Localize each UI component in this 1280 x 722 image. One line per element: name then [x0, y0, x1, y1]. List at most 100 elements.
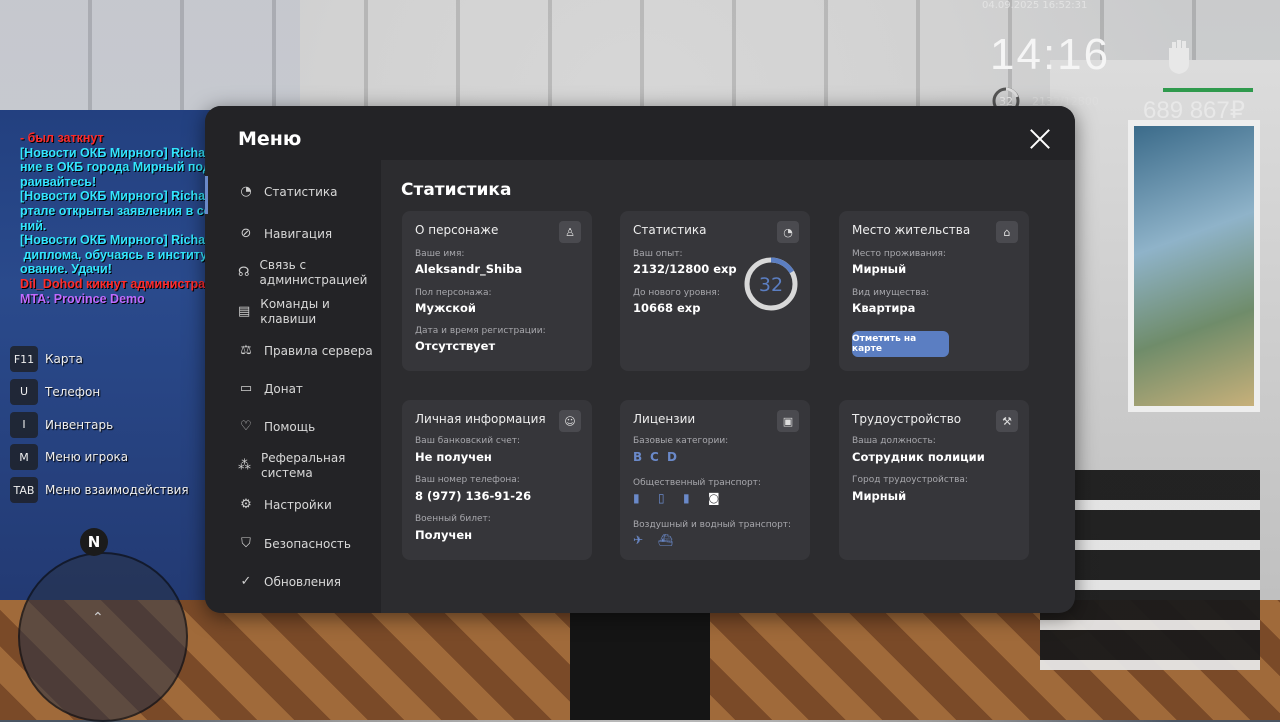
keybind-list: F11 Карта U Телефон I Инвентарь M Меню игрока TA…: [10, 346, 189, 510]
field-label: Вид имущества:: [852, 288, 930, 298]
registration-date: Отсутствует: [415, 339, 496, 353]
compass-icon: ⊘: [240, 226, 252, 241]
wall-painting: [1128, 120, 1260, 412]
sidebar-item-commands[interactable]: ▤ Команды и клавиши: [238, 297, 348, 327]
experience-value: 2132/12800 exp: [633, 262, 737, 276]
sidebar-item-label: Команды и клавиши: [260, 297, 330, 326]
property-type: Квартира: [852, 301, 916, 315]
keybind-key: TAB: [10, 477, 38, 504]
sidebar-item-navigation[interactable]: ⊘ Навигация: [238, 226, 333, 242]
network-icon: ⁂: [238, 458, 251, 473]
card-character: О персонаже ♙ Ваше имя: Aleksandr_Shiba …: [402, 211, 592, 371]
keybind-key: U: [10, 378, 38, 405]
tram-icon: ◙: [708, 491, 720, 505]
keybind-key: M: [10, 444, 38, 471]
menu-sidebar: ◔ Статистика ⊘ Навигация ☊ Связь с админист…: [205, 160, 381, 613]
player-arrow-icon: ⌃: [92, 610, 104, 626]
sidebar-item-help[interactable]: ♡ Помощь: [238, 419, 315, 435]
heart-hands-icon: ♡: [240, 419, 252, 434]
sidebar-item-label: Настройки: [264, 497, 332, 512]
active-indicator: [205, 176, 208, 214]
sidebar-item-statistics[interactable]: ◔ Статистика: [238, 184, 337, 200]
field-label: Ваша должность:: [852, 436, 936, 446]
keybind-label: Меню взаимодействия: [45, 483, 189, 498]
field-label: Военный билет:: [415, 514, 491, 524]
sidebar-item-rules[interactable]: ⚖ Правила сервера: [238, 343, 373, 359]
job-position: Сотрудник полиции: [852, 450, 985, 464]
bank-account: Не получен: [415, 450, 492, 464]
field-label: Место проживания:: [852, 249, 946, 259]
sidebar-item-label: Реферальная система: [261, 451, 346, 480]
sidebar-item-donate[interactable]: ▭ Донат: [238, 381, 303, 397]
character-gender: Мужской: [415, 301, 476, 315]
id-card-icon: ▣: [777, 410, 799, 432]
headset-icon: ☊: [238, 265, 250, 280]
sidebar-item-contact-admin[interactable]: ☊ Связь с администрацией: [238, 258, 368, 288]
level-progress-ring: 32: [744, 257, 798, 311]
field-label: Общественный транспорт:: [633, 478, 761, 488]
hammer-icon: ⚒: [996, 410, 1018, 432]
sidebar-item-label: Связь с администрацией: [259, 258, 368, 287]
field-label: Ваше имя:: [415, 249, 465, 259]
user-icon: ♙: [559, 221, 581, 243]
minimap: [18, 552, 188, 722]
hud-clock: 14:16: [990, 30, 1111, 79]
sidebar-item-settings[interactable]: ⚙ Настройки: [238, 497, 332, 513]
card-employment: Трудоустройство ⚒ Ваша должность: Сотруд…: [839, 400, 1029, 560]
license-category: C: [650, 450, 659, 464]
bus-icon: ▮: [633, 491, 640, 505]
field-label: Город трудоустройства:: [852, 475, 968, 485]
keybind-row: F11 Карта: [10, 346, 189, 372]
phone-number: 8 (977) 136-91-26: [415, 489, 532, 503]
field-label: Пол персонажа:: [415, 288, 492, 298]
field-label: Ваш опыт:: [633, 249, 683, 259]
keybind-row: TAB Меню взаимодействия: [10, 477, 189, 504]
sidebar-item-label: Донат: [264, 381, 303, 396]
compass-north-icon: N: [80, 528, 108, 556]
card-title: Статистика: [633, 223, 707, 237]
player-character: [570, 600, 710, 720]
character-name: Aleksandr_Shiba: [415, 262, 523, 276]
card-title: Трудоустройство: [852, 412, 962, 426]
sidebar-item-label: Обновления: [264, 574, 342, 589]
card-title: Лицензии: [633, 412, 696, 426]
content-title: Статистика: [401, 180, 512, 200]
card-licenses: Лицензии ▣ Базовые категории: B C D Обще…: [620, 400, 810, 560]
keybind-row: I Инвентарь: [10, 411, 189, 438]
gear-icon: ⚙: [240, 497, 252, 512]
card-title: О персонаже: [415, 223, 499, 237]
hud-datetime: 04.09.2025 16:52:31: [982, 0, 1088, 11]
shield-icon: ⛉: [241, 536, 251, 551]
check-circle-icon: ✓: [240, 574, 252, 589]
keybind-label: Телефон: [45, 384, 101, 399]
field-label: Ваш банковский счет:: [415, 436, 521, 446]
close-icon[interactable]: [1029, 128, 1051, 150]
field-label: Воздушный и водный транспорт:: [633, 520, 792, 530]
keybind-row: U Телефон: [10, 378, 189, 405]
military-id: Получен: [415, 528, 473, 542]
hud-money: 689 867₽: [1143, 97, 1246, 124]
next-level-value: 10668 exp: [633, 301, 701, 315]
home-icon: ⌂: [996, 221, 1018, 243]
pie-chart-icon: ◔: [777, 221, 799, 243]
sidebar-item-updates[interactable]: ✓ Обновления: [238, 574, 341, 590]
wallet-icon: ▭: [239, 381, 253, 396]
field-label: Базовые категории:: [633, 436, 729, 446]
sidebar-item-security[interactable]: ⛉ Безопасность: [238, 536, 351, 552]
keybind-label: Меню игрока: [45, 450, 129, 465]
menu-header: [205, 106, 1075, 160]
user-circle-icon: ☺: [559, 410, 581, 432]
field-label: До нового уровня:: [633, 288, 720, 298]
job-city: Мирный: [852, 489, 907, 503]
keybind-row: M Меню игрока: [10, 444, 189, 471]
mark-on-map-button[interactable]: Отметить на карте: [852, 331, 949, 357]
trolleybus-icon: ▮: [683, 491, 690, 505]
card-statistics: Статистика ◔ Ваш опыт: 2132/12800 exp До…: [620, 211, 810, 371]
boat-icon: ⛴: [658, 533, 674, 547]
sidebar-item-referral[interactable]: ⁂ Реферальная система: [238, 451, 348, 481]
menu-title: Меню: [238, 128, 302, 150]
license-category: B: [633, 450, 643, 464]
keybind-key: F11: [10, 346, 38, 372]
keybind-key: I: [10, 411, 38, 438]
residence-place: Мирный: [852, 262, 907, 276]
